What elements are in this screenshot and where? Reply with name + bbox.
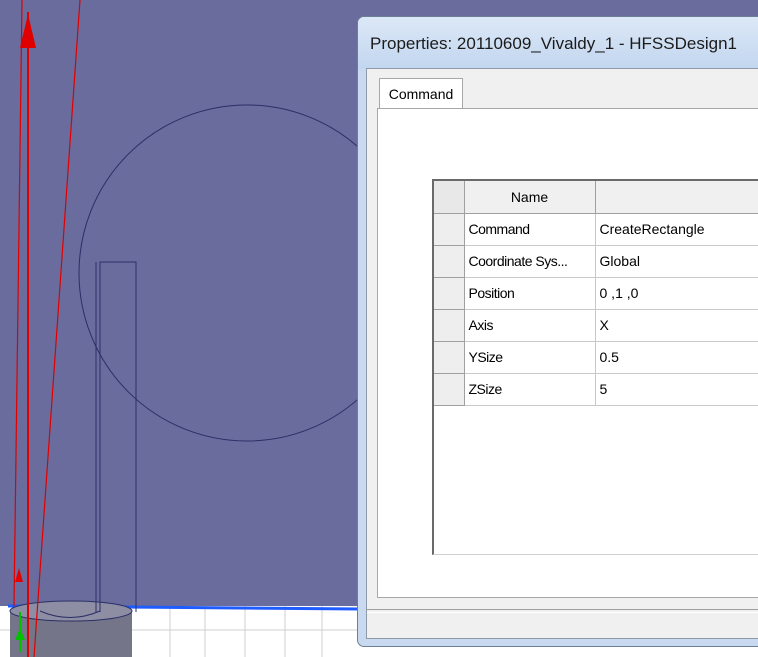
property-name: ZSize <box>464 373 596 406</box>
row-selector[interactable] <box>434 245 465 278</box>
column-header-name[interactable]: Name <box>464 181 596 214</box>
column-header-value[interactable] <box>595 181 758 214</box>
table-row[interactable]: YSize 0.5 <box>434 341 758 374</box>
table-row[interactable]: ZSize 5 <box>434 373 758 406</box>
row-selector[interactable] <box>434 341 465 374</box>
table-row[interactable]: Axis X <box>434 309 758 342</box>
tab-command[interactable]: Command <box>379 78 463 109</box>
grid-header-row: Name <box>434 181 758 214</box>
row-selector[interactable] <box>434 213 465 246</box>
dialog-separator <box>367 609 758 613</box>
table-row[interactable]: Position 0 ,1 ,0 <box>434 277 758 310</box>
property-name: Coordinate Sys... <box>464 245 596 278</box>
dialog-titlebar[interactable]: Properties: 20110609_Vivaldy_1 - HFSSDes… <box>358 17 758 69</box>
property-value[interactable]: X <box>595 309 758 342</box>
row-header-corner <box>434 181 465 214</box>
row-selector[interactable] <box>434 309 465 342</box>
properties-dialog: Properties: 20110609_Vivaldy_1 - HFSSDes… <box>357 16 758 647</box>
property-name: Position <box>464 277 596 310</box>
property-name: YSize <box>464 341 596 374</box>
property-grid: Name Command CreateRectangle Coordinate … <box>432 179 758 555</box>
property-value[interactable]: Global <box>595 245 758 278</box>
row-selector[interactable] <box>434 277 465 310</box>
property-name: Axis <box>464 309 596 342</box>
property-value[interactable]: 5 <box>595 373 758 406</box>
dialog-client-area: Command Name Command CreateRectangle Coo… <box>366 68 758 639</box>
row-selector[interactable] <box>434 373 465 406</box>
property-name: Command <box>464 213 596 246</box>
property-value[interactable]: 0 ,1 ,0 <box>595 277 758 310</box>
property-value[interactable]: CreateRectangle <box>595 213 758 246</box>
property-value[interactable]: 0.5 <box>595 341 758 374</box>
table-row[interactable]: Command CreateRectangle <box>434 213 758 246</box>
table-row[interactable]: Coordinate Sys... Global <box>434 245 758 278</box>
dialog-title: Properties: 20110609_Vivaldy_1 - HFSSDes… <box>370 34 737 53</box>
tab-panel: Name Command CreateRectangle Coordinate … <box>377 108 758 598</box>
